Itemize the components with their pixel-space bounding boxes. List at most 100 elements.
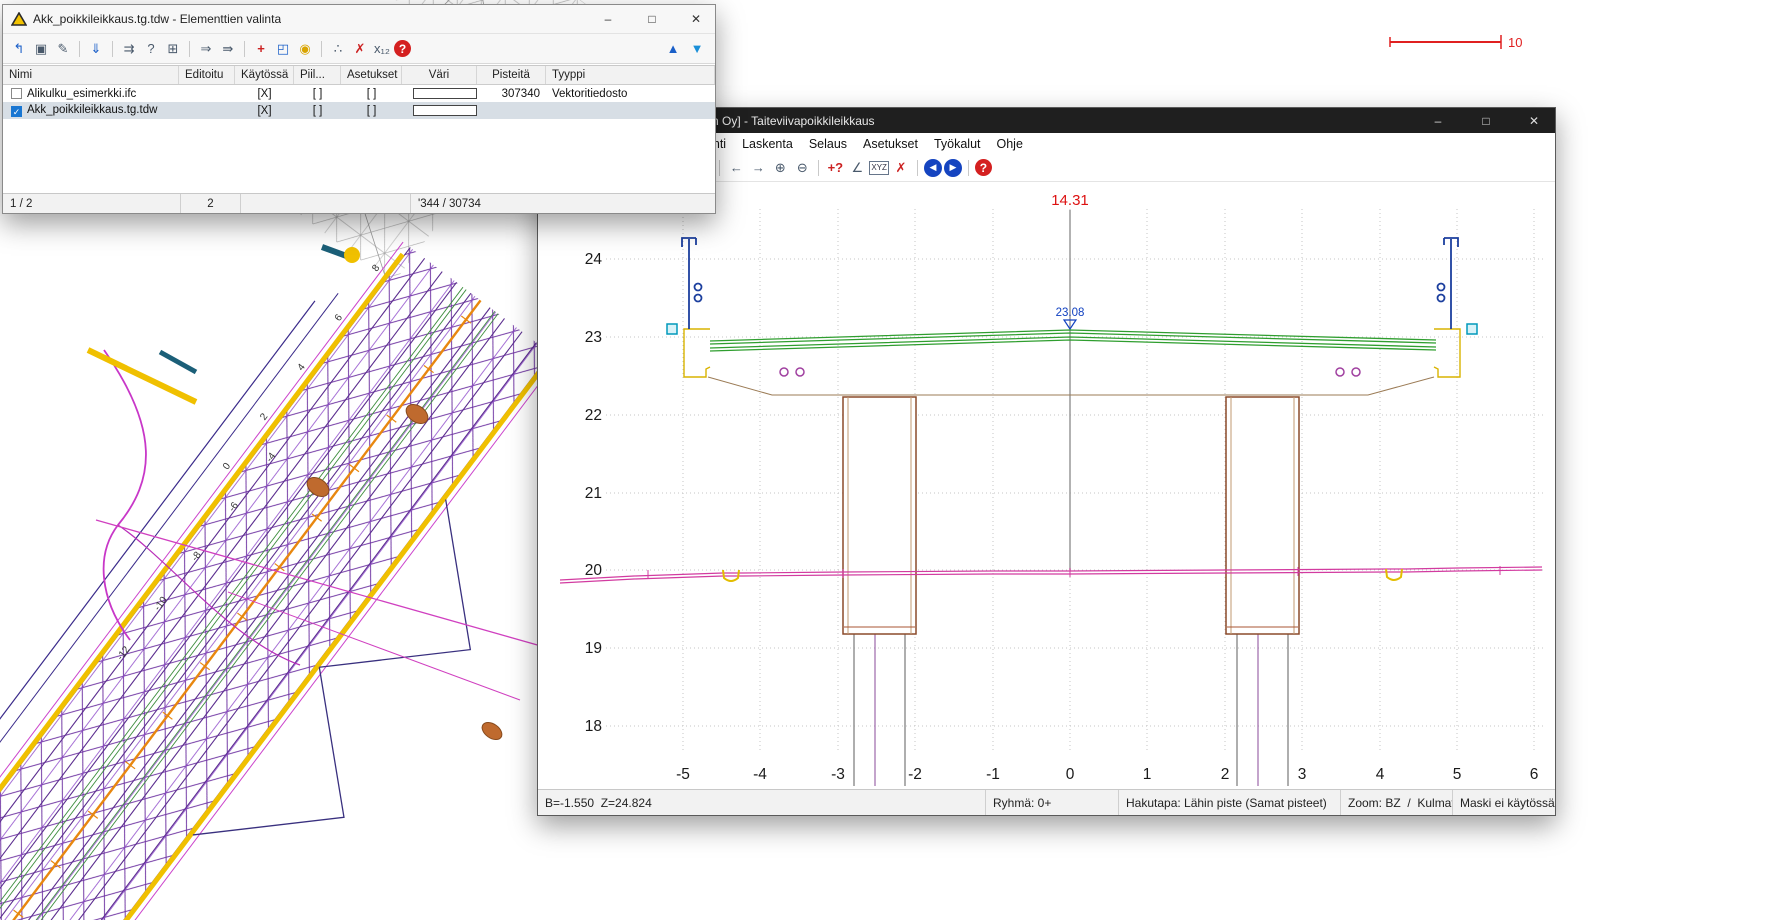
coordinate-check-icon[interactable]: ✗ — [891, 158, 911, 178]
anchor-circles-left[interactable] — [780, 368, 804, 376]
svg-text:21: 21 — [585, 485, 602, 502]
cross-section-canvas[interactable]: 24 23 22 21 20 19 18 -5 -4 -3 -2 -1 0 1 … — [538, 182, 1555, 789]
color-swatch[interactable] — [413, 88, 477, 99]
kaytossa-cell[interactable]: [X] — [235, 88, 294, 100]
element-toolbar-icons: ↰▣✎⇓⇉?⊞⇒⇛+◰◉∴✗x₁₂? — [9, 39, 411, 59]
validate-icon[interactable]: ✗ — [350, 39, 370, 59]
toolbar-separator — [968, 160, 969, 176]
edge-beam-right[interactable] — [1434, 329, 1460, 377]
railing-right[interactable] — [1438, 238, 1459, 329]
zoom-in-icon[interactable]: ⊕ — [770, 158, 790, 178]
status-group: Ryhmä: 0+ — [986, 790, 1119, 815]
svg-text:6: 6 — [1530, 766, 1539, 783]
element-row-alikulku[interactable]: Alikulku_esimerkki.ifc [X] [ ] [ ] 30734… — [3, 85, 715, 102]
toolbar-separator — [112, 41, 113, 57]
element-checkbox[interactable] — [11, 106, 22, 117]
column-header-asetukset[interactable]: Asetukset — [341, 66, 402, 84]
pan-right-icon[interactable]: → — [748, 158, 768, 178]
minimize-button[interactable]: – — [589, 5, 627, 33]
slope-measure-icon[interactable]: ∠ — [847, 158, 867, 178]
new-file-icon[interactable]: + — [251, 39, 271, 59]
asetukset-cell[interactable]: [ ] — [341, 88, 402, 100]
cross-section-svg[interactable]: 24 23 22 21 20 19 18 -5 -4 -3 -2 -1 0 1 … — [538, 182, 1555, 789]
menu-laskenta[interactable]: Laskenta — [734, 137, 801, 151]
toolbar-separator — [79, 41, 80, 57]
menu-tyokalut[interactable]: Työkalut — [926, 137, 989, 151]
vari-cell — [402, 88, 477, 100]
add-query-icon[interactable]: +? — [825, 158, 845, 178]
svg-text:-1: -1 — [986, 766, 1000, 783]
curb-marker-right[interactable] — [1467, 324, 1477, 334]
piilota-cell[interactable]: [ ] — [294, 88, 341, 100]
prev-element-button[interactable]: ◀ — [924, 159, 942, 177]
minimize-button[interactable]: – — [1417, 108, 1459, 133]
scatter-points-icon[interactable]: ∴ — [328, 39, 348, 59]
kaytossa-cell[interactable]: [X] — [235, 105, 294, 117]
deck-underside-line[interactable] — [708, 377, 1434, 395]
status-points-info: '344 / 30734 — [411, 194, 715, 213]
export-file-icon[interactable]: ⇒ — [196, 39, 216, 59]
add-file-icon[interactable]: ↰ — [9, 39, 29, 59]
scroll-down-button[interactable]: ▼ — [687, 39, 707, 59]
scroll-up-button[interactable]: ▲ — [663, 39, 683, 59]
status-coordinates: B=-1.550 Z=24.824 — [538, 790, 986, 815]
railing-left[interactable] — [682, 238, 702, 329]
element-window-titlebar[interactable]: Akk_poikkileikkaus.tg.tdw - Elementtien … — [3, 5, 715, 34]
pile-lines-left[interactable] — [854, 634, 905, 786]
element-selection-window[interactable]: Akk_poikkileikkaus.tg.tdw - Elementtien … — [2, 4, 716, 214]
export-all-icon[interactable]: ⇛ — [218, 39, 238, 59]
zoom-out-icon[interactable]: ⊖ — [792, 158, 812, 178]
svg-text:3: 3 — [1298, 766, 1307, 783]
menu-asetukset[interactable]: Asetukset — [855, 137, 926, 151]
y-axis-labels: 24 23 22 21 20 19 18 — [585, 251, 603, 735]
import-file-icon[interactable]: ⇓ — [86, 39, 106, 59]
pan-left-icon[interactable]: ← — [726, 158, 746, 178]
duplicate-file-icon[interactable]: ⊞ — [163, 39, 183, 59]
close-button[interactable]: ✕ — [1513, 108, 1555, 133]
pillar-right[interactable] — [1226, 397, 1299, 634]
pile-lines-right[interactable] — [1237, 634, 1288, 786]
copy-forward-icon[interactable]: ⇉ — [119, 39, 139, 59]
xyz-coordinates-icon[interactable]: XYZ — [869, 161, 889, 175]
svg-text:4: 4 — [1376, 766, 1385, 783]
element-row-akk-poikkileikkaus[interactable]: Akk_poikkileikkaus.tg.tdw [X] [ ] [ ] — [3, 102, 715, 119]
element-table: Nimi Editoitu Käytössä Piil... Asetukset… — [3, 65, 715, 193]
highlight-view-icon[interactable]: ◉ — [295, 39, 315, 59]
column-header-kaytossa[interactable]: Käytössä — [235, 66, 294, 84]
status-row-indicator: 1 / 2 — [3, 194, 181, 213]
code-12-icon[interactable]: x₁₂ — [372, 39, 392, 59]
maximize-button[interactable]: □ — [1465, 108, 1507, 133]
fit-view-icon[interactable]: ◰ — [273, 39, 293, 59]
drain-channel-right[interactable] — [1386, 569, 1402, 580]
column-header-tyyppi[interactable]: Tyyppi — [546, 66, 715, 84]
column-header-pisteita[interactable]: Pisteitä — [477, 66, 546, 84]
edit-file-icon[interactable]: ✎ — [53, 39, 73, 59]
road-surface-lines[interactable] — [710, 330, 1436, 351]
svg-text:24: 24 — [585, 251, 603, 268]
svg-text:22: 22 — [585, 407, 602, 424]
help-icon[interactable]: ? — [394, 40, 411, 57]
svg-text:19: 19 — [585, 640, 602, 657]
piilota-cell[interactable]: [ ] — [294, 105, 341, 117]
pillar-left[interactable] — [843, 397, 916, 634]
toolbar-separator — [818, 160, 819, 176]
copy-file-icon[interactable]: ▣ — [31, 39, 51, 59]
column-header-piilota[interactable]: Piil... — [294, 66, 341, 84]
edge-beam-left[interactable] — [684, 329, 710, 377]
curb-marker-left[interactable] — [667, 324, 677, 334]
column-header-editoitu[interactable]: Editoitu — [179, 66, 235, 84]
menu-ohje[interactable]: Ohje — [989, 137, 1031, 151]
element-window-statusbar: 1 / 2 2 '344 / 30734 — [3, 193, 715, 213]
column-header-nimi[interactable]: Nimi — [3, 66, 179, 84]
anchor-circles-right[interactable] — [1336, 368, 1360, 376]
maximize-button[interactable]: □ — [633, 5, 671, 33]
close-button[interactable]: ✕ — [677, 5, 715, 33]
asetukset-cell[interactable]: [ ] — [341, 105, 402, 117]
next-element-button[interactable]: ▶ — [944, 159, 962, 177]
menu-selaus[interactable]: Selaus — [801, 137, 855, 151]
color-swatch[interactable] — [413, 105, 477, 116]
help-icon[interactable]: ? — [975, 159, 992, 176]
query-file-icon[interactable]: ? — [141, 39, 161, 59]
element-checkbox[interactable] — [11, 88, 22, 99]
column-header-vari[interactable]: Väri — [402, 66, 477, 84]
